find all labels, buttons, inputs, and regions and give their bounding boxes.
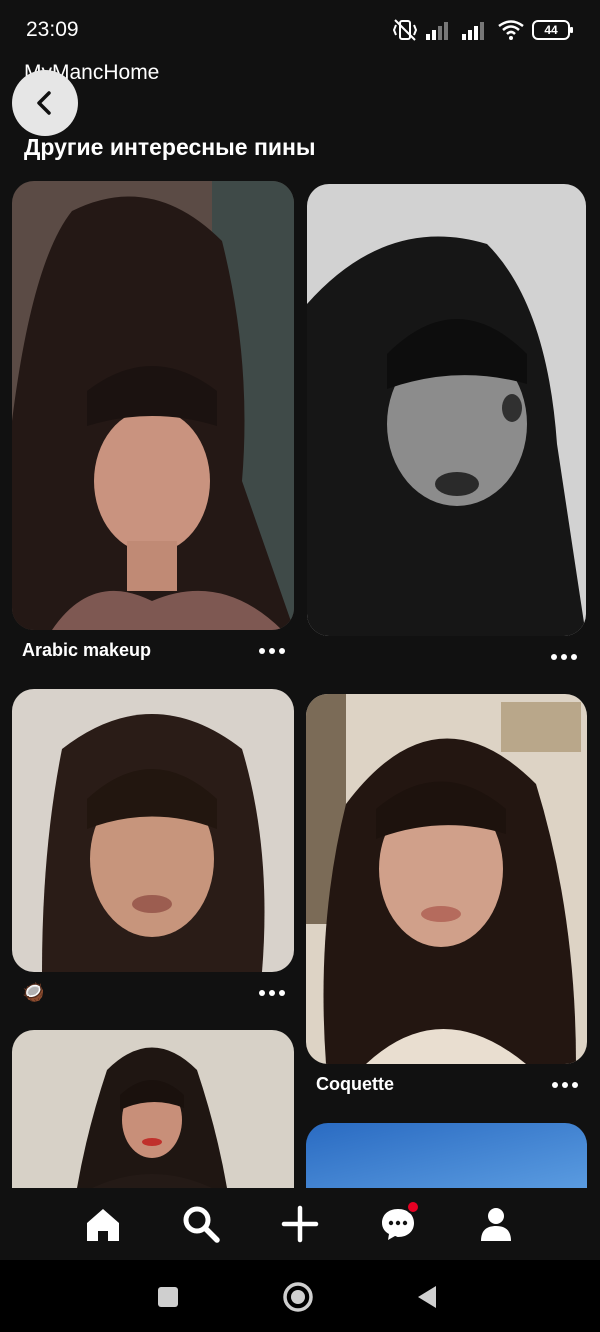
pin-caption[interactable]: Arabic makeup [22, 640, 151, 661]
pin-photo [306, 1123, 587, 1188]
circle-home-icon [283, 1282, 313, 1312]
section-title: Другие интересные пины [24, 134, 316, 160]
pin-photo [12, 1030, 294, 1188]
nav-messages[interactable] [376, 1200, 420, 1246]
system-nav-bar [0, 1260, 600, 1332]
chevron-left-icon [37, 91, 51, 115]
nav-home[interactable] [81, 1202, 125, 1246]
pin-image[interactable] [306, 1123, 587, 1188]
signal-icon [462, 22, 484, 40]
pin-caption[interactable]: Coquette [316, 1074, 394, 1095]
dot [269, 648, 275, 654]
status-time: 23:09 [26, 18, 79, 41]
triangle-back-icon [418, 1286, 436, 1308]
pin-caption-emoji: 🥥 [22, 982, 45, 1002]
nav-profile[interactable] [474, 1202, 518, 1246]
pin-image[interactable] [12, 689, 294, 972]
back-system-button[interactable] [410, 1280, 444, 1314]
dot [571, 654, 577, 660]
pin-photo [12, 181, 294, 630]
notification-badge [406, 1200, 420, 1214]
pin-photo [306, 694, 587, 1064]
status-bar: 23:09 44 [0, 0, 600, 60]
dot [552, 1082, 558, 1088]
dot [279, 648, 285, 654]
nav-create[interactable] [278, 1202, 322, 1246]
wifi-icon [498, 20, 524, 40]
dot [279, 990, 285, 996]
back-button[interactable] [12, 70, 78, 136]
more-options-button[interactable] [550, 1078, 580, 1092]
bottom-nav [0, 1188, 600, 1260]
nav-search[interactable] [179, 1202, 223, 1246]
pin-image[interactable] [12, 1030, 294, 1188]
pin-image[interactable] [307, 184, 586, 636]
more-options-button[interactable] [257, 986, 287, 1000]
more-options-button[interactable] [257, 644, 287, 658]
status-icons: 44 [392, 16, 573, 44]
signal-icon [426, 22, 448, 40]
pin-image[interactable] [306, 694, 587, 1064]
home-icon [87, 1209, 119, 1241]
dot [269, 990, 275, 996]
profile-icon [481, 1208, 511, 1241]
battery-level: 44 [544, 23, 558, 37]
search-icon [183, 1206, 220, 1243]
recents-button[interactable] [151, 1280, 185, 1314]
home-system-button[interactable] [281, 1280, 315, 1314]
square-recents-icon [158, 1287, 178, 1307]
vibrate-off-icon [392, 19, 418, 41]
more-options-button[interactable] [549, 650, 579, 664]
pin-image[interactable] [12, 181, 294, 630]
plus-icon [281, 1205, 319, 1243]
dot [551, 654, 557, 660]
dot [561, 654, 567, 660]
dot [259, 648, 265, 654]
dot [259, 990, 265, 996]
pin-photo [12, 689, 294, 972]
dot [572, 1082, 578, 1088]
pin-photo [307, 184, 586, 636]
battery-icon: 44 [532, 20, 573, 40]
dot [562, 1082, 568, 1088]
